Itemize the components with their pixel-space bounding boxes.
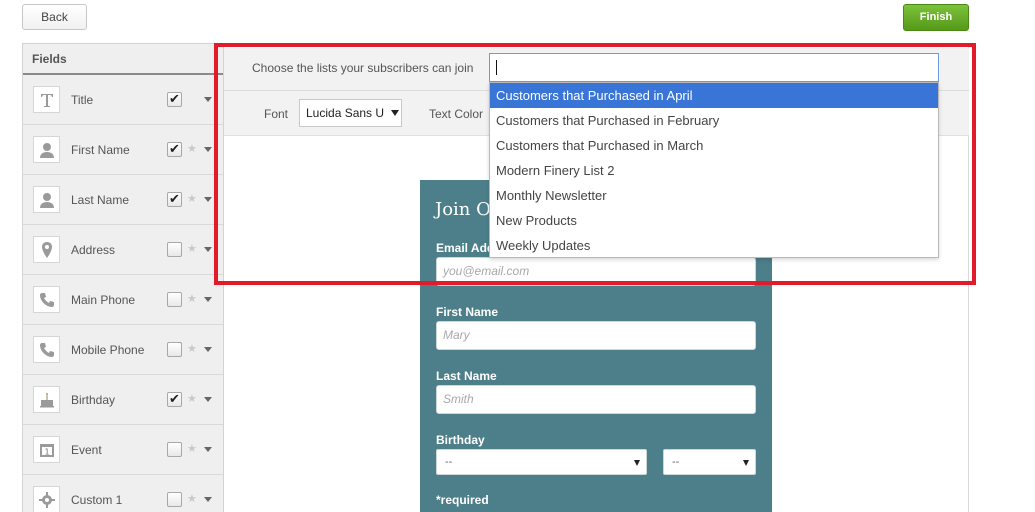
font-label: Font	[264, 107, 289, 121]
chevron-down-icon[interactable]	[204, 297, 212, 302]
form-title: Join O	[435, 199, 491, 220]
text-icon	[33, 86, 60, 113]
sidebar-title: Fields	[23, 44, 223, 75]
field-row-mobile-phone[interactable]: Mobile Phone ★	[23, 325, 223, 375]
field-label: Last Name	[71, 193, 130, 207]
star-icon[interactable]: ★	[187, 242, 197, 255]
chevron-down-icon[interactable]	[204, 197, 212, 202]
birthday-day-select[interactable]: --	[663, 449, 756, 475]
svg-text:1: 1	[44, 447, 49, 456]
field-list: Title ✔ First Name ✔ ★ Last Name ✔ ★ Address ★ Mai…	[23, 75, 223, 512]
list-option[interactable]: Weekly Updates	[490, 233, 938, 258]
field-checkbox[interactable]	[167, 342, 182, 357]
birthday-month-value: --	[445, 456, 453, 468]
field-label: Mobile Phone	[71, 343, 145, 357]
chevron-down-icon[interactable]	[204, 147, 212, 152]
field-label: Title	[71, 93, 94, 107]
field-row-main-phone[interactable]: Main Phone ★	[23, 275, 223, 325]
last-name-field[interactable]: Smith	[436, 385, 756, 414]
field-checkbox[interactable]: ✔	[167, 92, 182, 107]
field-label: Birthday	[71, 393, 116, 407]
fields-sidebar: Fields Title ✔ First Name ✔ ★ Last Name ✔ ★ Addr…	[22, 43, 224, 512]
text-cursor	[496, 60, 497, 75]
lists-dropdown: Customers that Purchased in April Custome…	[489, 82, 939, 258]
list-option[interactable]: New Products	[490, 208, 938, 233]
field-label: Event	[71, 443, 102, 457]
cake-icon	[33, 386, 60, 413]
person-icon	[33, 136, 60, 163]
font-select[interactable]: Lucida Sans U	[299, 99, 402, 127]
field-label: First Name	[71, 143, 130, 157]
required-note: *required	[436, 493, 489, 507]
field-label: Main Phone	[71, 293, 136, 307]
chevron-down-icon[interactable]	[204, 397, 212, 402]
star-icon[interactable]: ★	[187, 492, 197, 505]
chevron-down-icon[interactable]	[204, 347, 212, 352]
field-checkbox[interactable]	[167, 242, 182, 257]
field-row-event[interactable]: 1 Event ★	[23, 425, 223, 475]
first-name-label: First Name	[436, 305, 499, 319]
lists-label: Choose the lists your subscribers can jo…	[252, 61, 474, 75]
phone-icon	[33, 336, 60, 363]
field-checkbox[interactable]	[167, 292, 182, 307]
lists-input[interactable]	[489, 53, 939, 82]
first-name-field[interactable]: Mary	[436, 321, 756, 350]
back-button[interactable]: Back	[22, 4, 87, 30]
gear-icon	[33, 486, 60, 512]
star-icon[interactable]: ★	[187, 142, 197, 155]
finish-button[interactable]: Finish	[903, 4, 969, 31]
star-icon[interactable]: ★	[187, 342, 197, 355]
phone-icon	[33, 286, 60, 313]
field-row-first-name[interactable]: First Name ✔ ★	[23, 125, 223, 175]
star-icon[interactable]: ★	[187, 392, 197, 405]
chevron-down-icon[interactable]	[204, 247, 212, 252]
list-option[interactable]: Monthly Newsletter	[490, 183, 938, 208]
chevron-down-icon[interactable]	[204, 447, 212, 452]
star-icon[interactable]: ★	[187, 292, 197, 305]
field-row-address[interactable]: Address ★	[23, 225, 223, 275]
field-row-last-name[interactable]: Last Name ✔ ★	[23, 175, 223, 225]
email-field[interactable]: you@email.com	[436, 257, 756, 286]
list-option[interactable]: Modern Finery List 2	[490, 158, 938, 183]
chevron-down-icon	[743, 460, 749, 466]
person-icon	[33, 186, 60, 213]
field-row-birthday[interactable]: Birthday ✔ ★	[23, 375, 223, 425]
chevron-down-icon[interactable]	[204, 497, 212, 502]
list-option[interactable]: Customers that Purchased in April	[490, 83, 938, 108]
field-checkbox[interactable]: ✔	[167, 142, 182, 157]
birthday-label: Birthday	[436, 433, 485, 447]
email-label: Email Add	[436, 241, 495, 255]
last-name-label: Last Name	[436, 369, 497, 383]
field-label: Address	[71, 243, 116, 257]
birthday-month-select[interactable]: --	[436, 449, 647, 475]
text-color-label: Text Color	[429, 107, 484, 121]
field-checkbox[interactable]: ✔	[167, 192, 182, 207]
font-select-value: Lucida Sans U	[306, 106, 385, 120]
list-option[interactable]: Customers that Purchased in February	[490, 108, 938, 133]
star-icon[interactable]: ★	[187, 442, 197, 455]
field-label: Custom 1	[71, 493, 123, 507]
map-pin-icon	[33, 236, 60, 263]
chevron-down-icon	[634, 460, 640, 466]
star-icon[interactable]: ★	[187, 192, 197, 205]
field-checkbox[interactable]: ✔	[167, 392, 182, 407]
signup-form-editor: Back Finish Fields Title ✔ First Name ✔ ★ Las…	[0, 0, 1035, 512]
chevron-down-icon[interactable]	[204, 97, 212, 102]
list-option[interactable]: Customers that Purchased in March	[490, 133, 938, 158]
field-checkbox[interactable]	[167, 442, 182, 457]
chevron-down-icon	[391, 110, 399, 116]
field-checkbox[interactable]	[167, 492, 182, 507]
birthday-day-value: --	[672, 456, 680, 468]
field-row-custom-1[interactable]: Custom 1 ★	[23, 475, 223, 512]
field-row-title[interactable]: Title ✔	[23, 75, 223, 125]
calendar-icon: 1	[33, 436, 60, 463]
